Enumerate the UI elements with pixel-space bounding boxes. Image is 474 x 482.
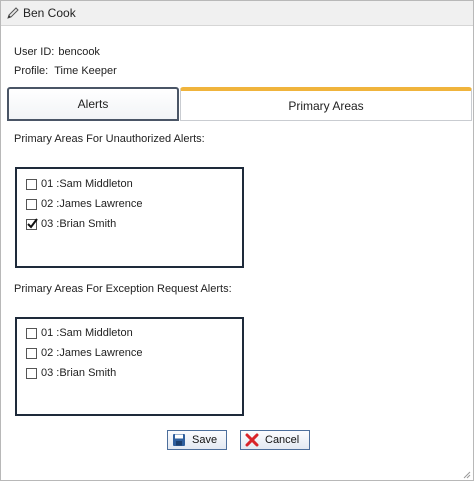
profile-row: Profile: Time Keeper <box>14 65 117 77</box>
resize-grip-icon[interactable] <box>463 470 471 479</box>
tab-primary-areas-label: Primary Areas <box>288 98 364 113</box>
list-item[interactable]: 01 :Sam Middleton <box>26 326 133 340</box>
list-item[interactable]: 03 :Brian Smith <box>26 366 116 380</box>
exception-alerts-label: Primary Areas For Exception Request Aler… <box>14 283 232 295</box>
unauthorized-alerts-list[interactable]: 01 :Sam Middleton 02 :James Lawrence 03 … <box>15 167 244 268</box>
save-button[interactable]: Save <box>167 430 227 450</box>
window-title: Ben Cook <box>23 6 76 20</box>
save-button-label: Save <box>192 434 218 446</box>
cancel-button[interactable]: Cancel <box>240 430 310 450</box>
list-item[interactable]: 02 :James Lawrence <box>26 346 143 360</box>
checkbox[interactable] <box>26 367 37 379</box>
checkbox[interactable] <box>26 178 37 190</box>
checkbox[interactable] <box>26 327 37 339</box>
checkbox-checked[interactable] <box>26 217 38 230</box>
list-item-label: 03 :Brian Smith <box>41 367 117 379</box>
list-item-label: 01 :Sam Middleton <box>41 178 133 190</box>
tab-alerts-label: Alerts <box>77 97 109 111</box>
user-id-row: User ID: bencook <box>14 46 100 58</box>
checkbox[interactable] <box>26 347 37 359</box>
list-item-label: 03 :Brian Smith <box>41 218 117 230</box>
list-item-label: 02 :James Lawrence <box>41 347 143 359</box>
tab-primary-areas[interactable]: Primary Areas <box>180 87 472 121</box>
red-x-icon <box>245 433 259 447</box>
checkbox[interactable] <box>26 198 37 210</box>
list-item-label: 02 :James Lawrence <box>41 198 143 210</box>
profile-value: Time Keeper <box>54 65 117 77</box>
dialog-window: Ben Cook User ID: bencook Profile: Time Ke… <box>0 0 474 481</box>
list-item[interactable]: 03 :Brian Smith <box>26 217 116 231</box>
user-id-value: bencook <box>58 46 100 58</box>
pencil-icon <box>6 6 20 20</box>
checkmark-icon <box>27 217 38 229</box>
list-item-label: 01 :Sam Middleton <box>41 327 133 339</box>
list-item[interactable]: 02 :James Lawrence <box>26 197 143 211</box>
cancel-button-label: Cancel <box>265 434 300 446</box>
user-id-label: User ID: <box>14 46 55 58</box>
title-bar: Ben Cook <box>1 1 473 26</box>
unauthorized-alerts-label: Primary Areas For Unauthorized Alerts: <box>14 133 205 145</box>
list-item[interactable]: 01 :Sam Middleton <box>26 177 133 191</box>
tab-alerts[interactable]: Alerts <box>7 87 179 121</box>
exception-alerts-list[interactable]: 01 :Sam Middleton 02 :James Lawrence 03 … <box>15 317 244 416</box>
profile-label: Profile: <box>14 65 49 77</box>
floppy-disk-icon <box>172 433 186 447</box>
